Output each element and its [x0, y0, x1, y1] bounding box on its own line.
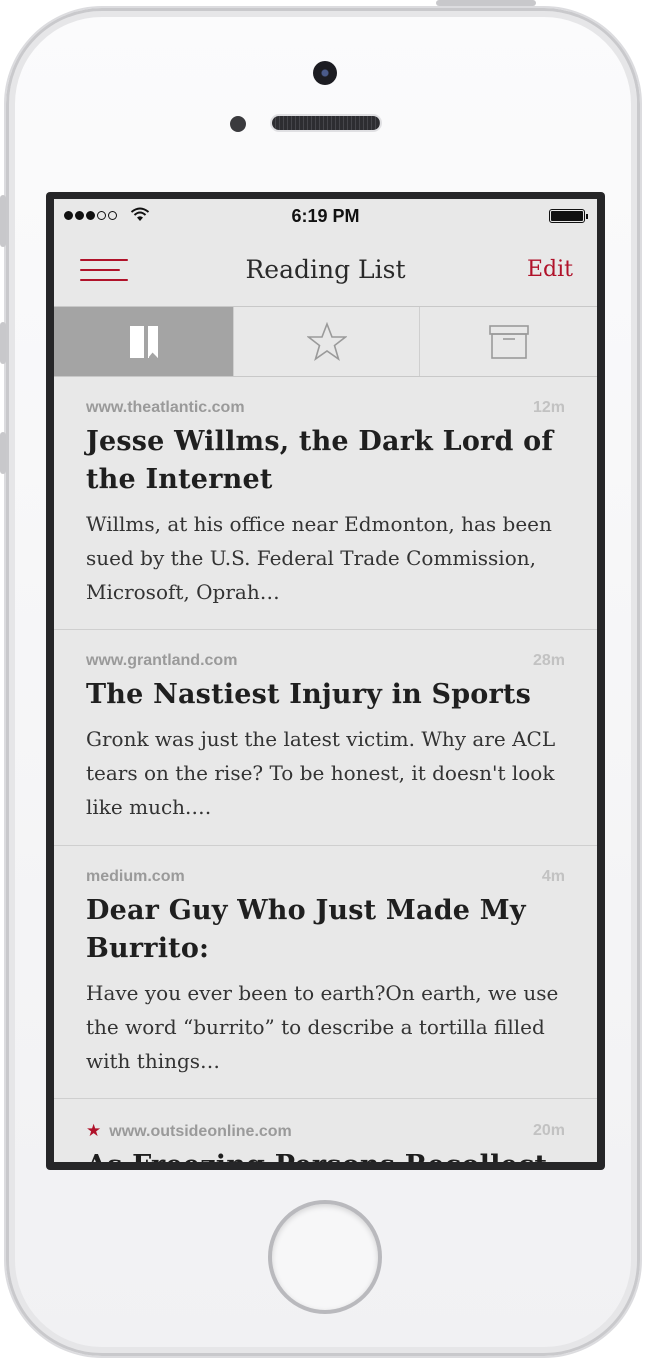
tab-bar — [54, 307, 597, 377]
article-list: www.theatlantic.com 12m Jesse Willms, th… — [54, 377, 597, 1162]
mute-switch — [0, 195, 6, 247]
status-bar: 6:19 PM — [54, 199, 597, 233]
starred-star-icon: ★ — [86, 1121, 102, 1140]
star-icon — [306, 321, 347, 361]
bookmark-icon — [129, 325, 158, 358]
status-time: 6:19 PM — [291, 206, 360, 226]
article-title: Dear Guy Who Just Made My Burrito: — [86, 895, 526, 964]
volume-down-button — [0, 432, 6, 474]
list-item[interactable]: www.grantland.com 28m The Nastiest Injur… — [54, 630, 597, 846]
tab-reading-list[interactable] — [54, 307, 233, 376]
list-item[interactable]: medium.com 4m Dear Guy Who Just Made My … — [54, 846, 597, 1099]
archive-icon — [488, 324, 529, 359]
battery-icon — [549, 209, 588, 223]
edit-button[interactable]: Edit — [527, 257, 573, 282]
home-button[interactable] — [268, 1200, 382, 1314]
tab-archive[interactable] — [419, 307, 597, 376]
article-meta: www.theatlantic.com 12m — [86, 399, 565, 417]
hamburger-menu-icon[interactable] — [80, 257, 128, 285]
article-excerpt: Gronk was just the latest victim. Why ar… — [86, 727, 556, 819]
article-age: 4m — [541, 868, 565, 885]
article-title: The Nastiest Injury in Sports — [86, 679, 531, 710]
article-domain: www.outsideonline.com — [109, 1123, 292, 1140]
power-button — [436, 0, 536, 6]
volume-up-button — [0, 322, 6, 364]
article-domain: www.grantland.com — [86, 652, 238, 669]
article-excerpt: Willms, at his office near Edmonton, has… — [86, 512, 552, 604]
nav-bar: Reading List Edit — [54, 233, 597, 307]
article-age: 20m — [532, 1122, 565, 1139]
list-item[interactable]: www.theatlantic.com 12m Jesse Willms, th… — [54, 377, 597, 630]
article-source: ★ www.outsideonline.com — [86, 1121, 292, 1141]
earpiece-speaker — [272, 116, 380, 130]
article-age: 12m — [532, 399, 565, 416]
article-domain: medium.com — [86, 868, 185, 885]
article-age: 28m — [532, 652, 565, 669]
page-title: Reading List — [245, 255, 406, 284]
article-meta: ★ www.outsideonline.com 20m — [86, 1121, 565, 1141]
article-excerpt: Have you ever been to earth?On earth, we… — [86, 981, 559, 1073]
article-title: Jesse Willms, the Dark Lord of the Inter… — [86, 426, 554, 495]
article-meta: www.grantland.com 28m — [86, 652, 565, 670]
tab-favorites[interactable] — [233, 307, 419, 376]
list-item[interactable]: ★ www.outsideonline.com 20m As Freezing P… — [54, 1099, 597, 1162]
article-domain: www.theatlantic.com — [86, 399, 245, 416]
article-meta: medium.com 4m — [86, 868, 565, 886]
proximity-sensor — [230, 116, 246, 132]
article-title: As Freezing Persons Recollect — [86, 1147, 565, 1162]
screen: 6:19 PM Reading List Edit www.theatlanti… — [54, 199, 597, 1162]
front-camera — [313, 61, 337, 85]
